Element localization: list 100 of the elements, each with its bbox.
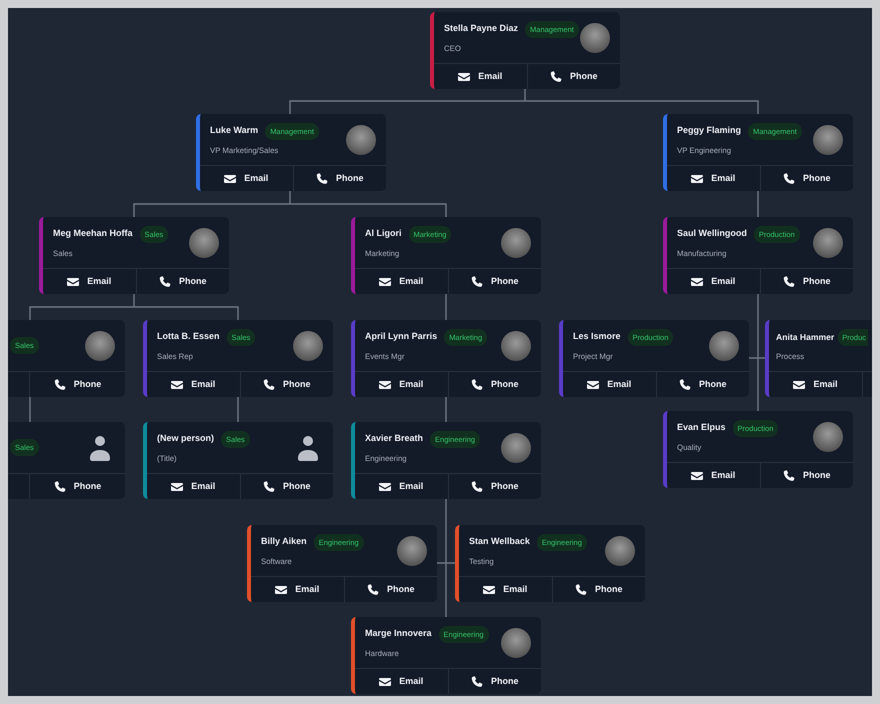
phone-icon bbox=[782, 470, 795, 482]
envelope-icon bbox=[224, 174, 236, 184]
phone-button[interactable]: Phone bbox=[30, 372, 125, 397]
envelope-icon bbox=[379, 482, 392, 492]
person-name: Saul Wellingood bbox=[677, 227, 747, 240]
envelope-icon bbox=[67, 276, 80, 286]
person-name: Evan Elpus bbox=[677, 421, 726, 434]
phone-icon bbox=[782, 276, 795, 288]
phone-icon bbox=[470, 676, 483, 688]
phone-button[interactable]: Phone bbox=[448, 372, 541, 397]
photo-placeholder bbox=[293, 330, 323, 360]
email-button[interactable]: Email bbox=[355, 669, 448, 694]
email-button[interactable]: Email bbox=[43, 269, 136, 294]
connector-line bbox=[445, 294, 447, 320]
person-name: Al Ligori bbox=[365, 227, 402, 240]
photo-placeholder bbox=[501, 432, 531, 462]
phone-icon bbox=[262, 480, 275, 492]
phone-button[interactable]: Phone bbox=[760, 463, 853, 488]
person-name: Anita Hammer bbox=[776, 330, 834, 344]
envelope-icon bbox=[171, 482, 184, 492]
envelope-icon bbox=[379, 276, 392, 286]
person-name: Marge Innovera bbox=[365, 627, 432, 640]
envelope-icon bbox=[691, 470, 704, 480]
connector-line bbox=[757, 191, 759, 217]
email-button[interactable]: Email bbox=[355, 372, 448, 397]
phone-button[interactable]: Phone bbox=[448, 669, 541, 694]
envelope-icon bbox=[793, 380, 806, 390]
photo-placeholder bbox=[580, 22, 610, 52]
phone-button[interactable]: Phone bbox=[448, 269, 541, 294]
person-name: April Lynn Parris bbox=[365, 330, 438, 344]
phone-button[interactable]: Phone bbox=[760, 269, 853, 294]
phone-button[interactable]: Phone bbox=[448, 474, 541, 499]
phone-icon bbox=[550, 70, 562, 82]
connector-line bbox=[29, 397, 31, 422]
photo-placeholder bbox=[346, 124, 376, 154]
phone-icon bbox=[470, 276, 483, 288]
photo-placeholder bbox=[813, 422, 843, 452]
phone-button[interactable]: Phone bbox=[136, 269, 229, 294]
envelope-icon bbox=[458, 72, 470, 82]
email-button[interactable]: Email bbox=[434, 64, 526, 89]
phone-icon bbox=[316, 172, 328, 184]
phone-button[interactable]: Phone bbox=[760, 166, 853, 191]
envelope-icon bbox=[691, 174, 704, 184]
photo-placeholder bbox=[85, 330, 115, 360]
email-button[interactable]: Email bbox=[251, 577, 344, 602]
photo-placeholder bbox=[189, 228, 219, 258]
photo-placeholder bbox=[397, 536, 427, 566]
phone-icon bbox=[782, 172, 795, 184]
email-button[interactable]: Email bbox=[147, 474, 240, 499]
envelope-icon bbox=[379, 676, 392, 686]
phone-icon bbox=[574, 584, 587, 596]
envelope-icon bbox=[691, 276, 704, 286]
person-name: (New person) bbox=[157, 432, 214, 446]
phone-button[interactable]: Phone bbox=[344, 577, 437, 602]
person-silhouette-icon bbox=[297, 434, 319, 460]
person-silhouette-icon bbox=[89, 434, 111, 460]
phone-icon bbox=[262, 378, 275, 390]
phone-button[interactable]: Phone bbox=[526, 64, 620, 89]
envelope-icon bbox=[587, 380, 600, 390]
person-name: Lotta B. Essen bbox=[157, 330, 220, 344]
phone-button[interactable]: Phone bbox=[240, 372, 333, 397]
phone-button[interactable]: Phone bbox=[292, 166, 386, 191]
person-name: Stella Payne Diaz bbox=[444, 22, 518, 36]
phone-icon bbox=[470, 480, 483, 492]
photo-placeholder bbox=[605, 536, 635, 566]
photo-placeholder bbox=[709, 330, 739, 360]
phone-button[interactable]: Phone bbox=[240, 474, 333, 499]
envelope-icon bbox=[483, 584, 496, 594]
phone-icon bbox=[678, 378, 691, 390]
email-button[interactable]: Email bbox=[355, 269, 448, 294]
photo-placeholder bbox=[501, 228, 531, 258]
phone-icon bbox=[366, 584, 379, 596]
email-button[interactable]: Email bbox=[667, 269, 760, 294]
envelope-icon bbox=[171, 380, 184, 390]
envelope-icon bbox=[275, 584, 288, 594]
phone-button[interactable]: Phone bbox=[552, 577, 645, 602]
photo-placeholder bbox=[501, 330, 531, 360]
email-button[interactable]: Email bbox=[355, 474, 448, 499]
phone-icon bbox=[470, 378, 483, 390]
email-button[interactable]: Email bbox=[667, 166, 760, 191]
envelope-icon bbox=[379, 380, 392, 390]
person-name: Billy Aiken bbox=[261, 535, 307, 548]
phone-button[interactable]: Phone bbox=[656, 372, 749, 397]
email-button[interactable]: Email bbox=[769, 372, 862, 397]
person-name: Meg Meehan Hoffa bbox=[53, 227, 133, 240]
phone-button[interactable]: Phone bbox=[30, 474, 125, 499]
email-button[interactable]: Email bbox=[147, 372, 240, 397]
email-button[interactable]: Email bbox=[459, 577, 552, 602]
connector-line bbox=[445, 397, 447, 422]
person-name: Luke Warm bbox=[210, 124, 258, 138]
connector-line bbox=[237, 397, 239, 422]
person-name: Stan Wellback bbox=[469, 535, 530, 548]
phone-icon bbox=[54, 480, 66, 492]
phone-icon bbox=[54, 378, 66, 390]
photo-placeholder bbox=[813, 228, 843, 258]
email-button[interactable]: Email bbox=[563, 372, 656, 397]
email-button[interactable]: Email bbox=[667, 463, 760, 488]
email-button[interactable]: Email bbox=[200, 166, 292, 191]
person-name: Xavier Breath bbox=[365, 432, 424, 446]
photo-placeholder bbox=[501, 628, 531, 658]
